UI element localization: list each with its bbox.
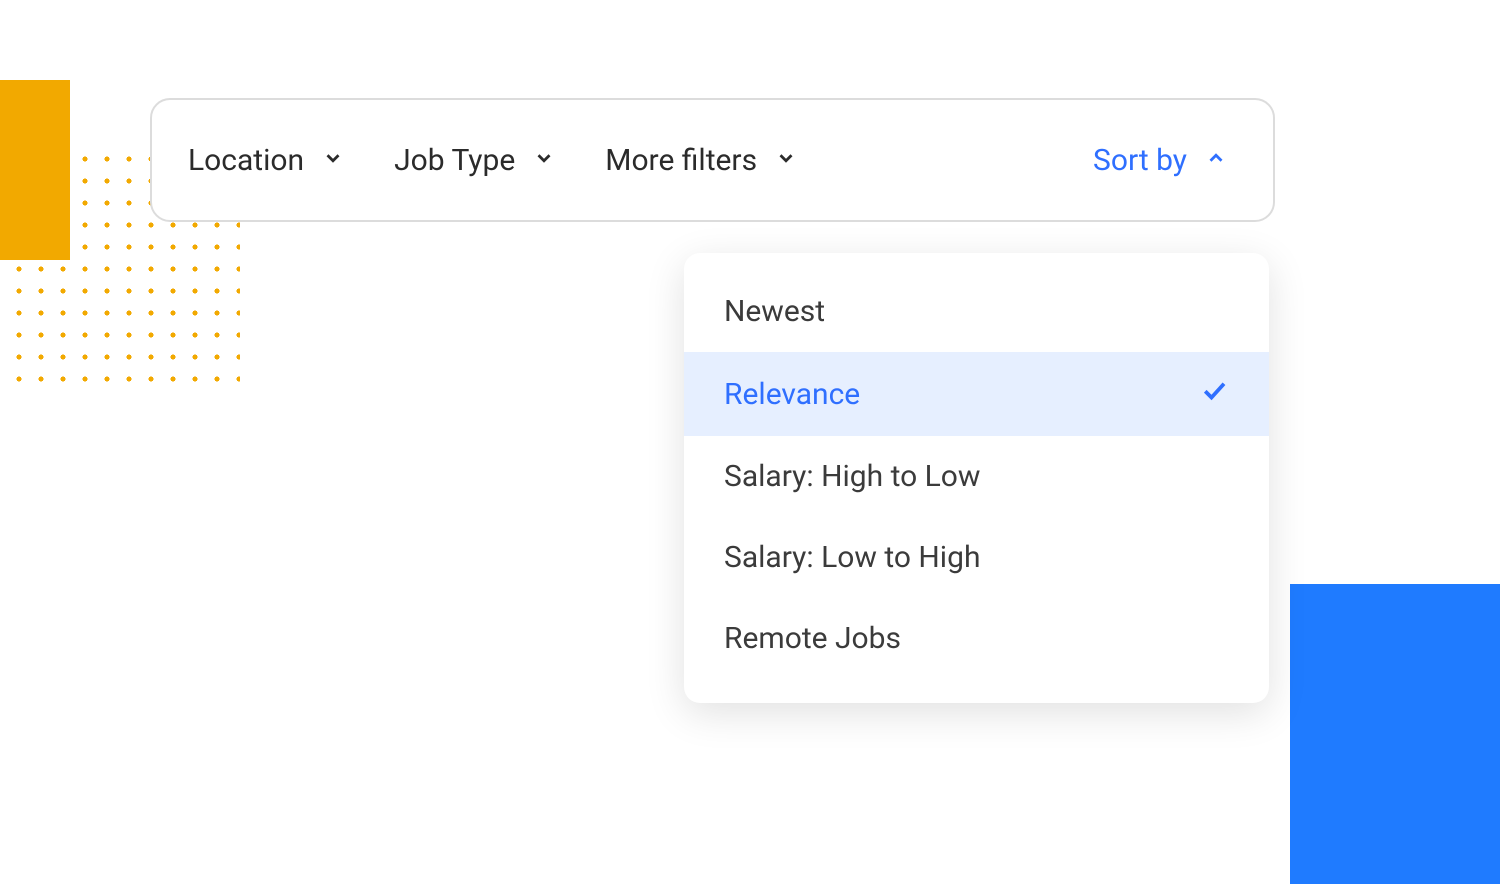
chevron-down-icon bbox=[533, 147, 555, 173]
sort-option-salary-high-low[interactable]: Salary: High to Low bbox=[684, 436, 1269, 517]
filter-bar: Location Job Type More filters Sort by bbox=[150, 98, 1275, 222]
sort-option-label: Remote Jobs bbox=[724, 621, 901, 656]
sort-option-newest[interactable]: Newest bbox=[684, 271, 1269, 352]
decorative-orange-block bbox=[0, 80, 70, 260]
filter-location[interactable]: Location bbox=[188, 143, 344, 178]
filter-more-filters[interactable]: More filters bbox=[605, 143, 797, 178]
chevron-down-icon bbox=[775, 147, 797, 173]
check-icon bbox=[1199, 375, 1229, 413]
filter-job-type[interactable]: Job Type bbox=[394, 143, 555, 178]
sort-option-label: Relevance bbox=[724, 377, 860, 412]
filter-location-label: Location bbox=[188, 143, 304, 178]
filter-job-type-label: Job Type bbox=[394, 143, 515, 178]
sort-by-label: Sort by bbox=[1093, 143, 1187, 178]
chevron-up-icon bbox=[1205, 147, 1227, 173]
decorative-blue-block bbox=[1290, 584, 1500, 884]
sort-option-remote-jobs[interactable]: Remote Jobs bbox=[684, 598, 1269, 679]
sort-option-label: Salary: High to Low bbox=[724, 459, 980, 494]
sort-option-label: Newest bbox=[724, 294, 825, 329]
chevron-down-icon bbox=[322, 147, 344, 173]
sort-option-relevance[interactable]: Relevance bbox=[684, 352, 1269, 436]
filter-more-filters-label: More filters bbox=[605, 143, 757, 178]
sort-option-salary-low-high[interactable]: Salary: Low to High bbox=[684, 517, 1269, 598]
sort-option-label: Salary: Low to High bbox=[724, 540, 980, 575]
sort-dropdown: Newest Relevance Salary: High to Low Sal… bbox=[684, 253, 1269, 703]
sort-by-button[interactable]: Sort by bbox=[1093, 143, 1237, 178]
